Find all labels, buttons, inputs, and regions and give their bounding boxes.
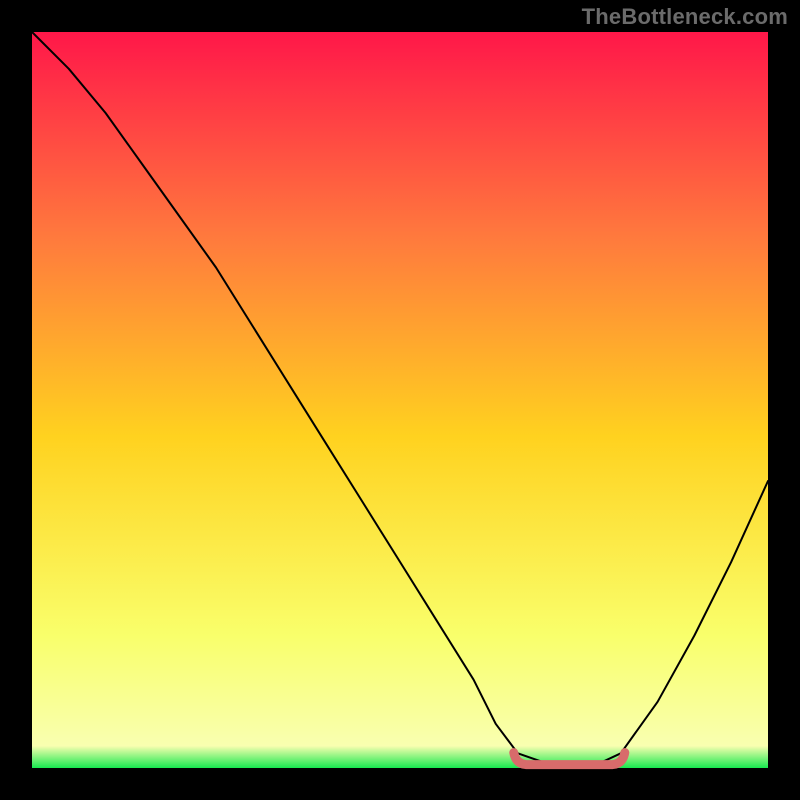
chart-root: { "watermark": "TheBottleneck.com", "col… (0, 0, 800, 800)
watermark-text: TheBottleneck.com (582, 4, 788, 30)
chart-svg (0, 0, 800, 800)
plot-area (32, 32, 768, 768)
